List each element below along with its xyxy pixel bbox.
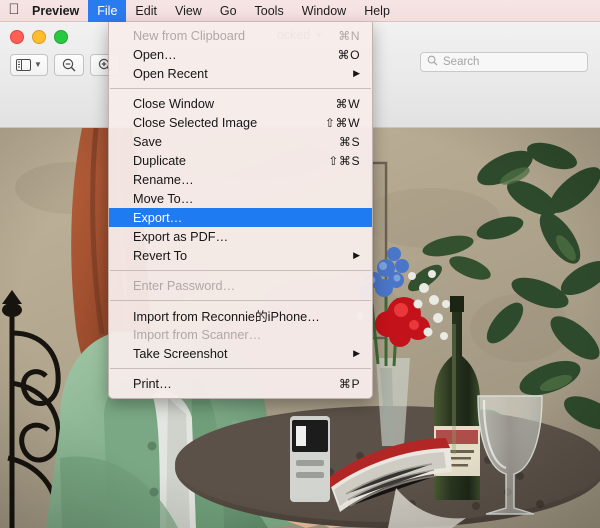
menu-separator [110,270,371,271]
menu-item-label: Move To… [133,191,194,206]
menu-item-enter-password[interactable]: Enter Password… [109,276,372,295]
menu-separator [110,300,371,301]
menu-separator [110,368,371,369]
chevron-down-icon: ▼ [34,60,42,69]
zoom-out-icon [62,58,76,72]
file-menu[interactable]: New from Clipboard ⌘N Open… ⌘O Open Rece… [108,22,373,399]
menu-item-label: Open Recent [133,66,208,81]
menu-item-label: Close Window [133,96,215,111]
menu-item-label: New from Clipboard [133,28,246,43]
search-field[interactable]: Search [420,52,588,72]
menu-item-open-recent[interactable]: Open Recent ▶ [109,64,372,83]
menubar-item-help[interactable]: Help [355,0,399,22]
menu-separator [110,88,371,89]
search-placeholder: Search [443,56,480,68]
menu-item-label: Enter Password… [133,278,236,293]
sidebar-icon [16,59,31,71]
menu-item-label: Import from Scanner… [133,327,262,342]
menu-item-close-selected-image[interactable]: Close Selected Image ⇧⌘W [109,113,372,132]
menu-item-label: Revert To [133,248,188,263]
menu-item-rename[interactable]: Rename… [109,170,372,189]
menu-item-save[interactable]: Save ⌘S [109,132,372,151]
menu-item-shortcut: ⌘N [338,28,360,43]
menu-item-close-window[interactable]: Close Window ⌘W [109,94,372,113]
search-icon [427,53,438,71]
menubar-item-go[interactable]: Go [211,0,246,22]
screen:  Preview File Edit View Go Tools Window… [0,0,600,528]
submenu-arrow-icon: ▶ [353,348,360,358]
menu-item-revert-to[interactable]: Revert To ▶ [109,246,372,265]
menu-item-take-screenshot[interactable]: Take Screenshot ▶ [109,344,372,363]
submenu-arrow-icon: ▶ [353,68,360,78]
sidebar-view-button[interactable]: ▼ [10,54,48,76]
menubar-item-file[interactable]: File [88,0,127,22]
menu-item-shortcut: ⇧⌘S [328,153,360,168]
menu-bar:  Preview File Edit View Go Tools Window… [0,0,600,22]
menu-item-label: Import from Reconnie的iPhone… [133,310,320,324]
menu-item-open[interactable]: Open… ⌘O [109,45,372,64]
menu-item-label: Print… [133,376,172,391]
menu-item-shortcut: ⇧⌘W [324,115,360,130]
menu-item-label: Export as PDF… [133,229,229,244]
menu-item-label: Save [133,134,162,149]
menu-item-shortcut: ⌘S [338,134,360,149]
menubar-item-view[interactable]: View [166,0,211,22]
menu-item-label: Take Screenshot [133,346,228,361]
menu-item-new-from-clipboard[interactable]: New from Clipboard ⌘N [109,26,372,45]
submenu-arrow-icon: ▶ [353,250,360,260]
menu-item-export-as-pdf[interactable]: Export as PDF… [109,227,372,246]
menu-item-label: Export… [133,210,183,225]
menu-item-export[interactable]: Export… [109,208,372,227]
apple-logo-icon[interactable]:  [0,2,28,19]
menubar-item-edit[interactable]: Edit [126,0,166,22]
zoom-out-button[interactable] [53,54,84,76]
menu-item-label: Close Selected Image [133,115,258,130]
menu-item-label: Open… [133,47,177,62]
menu-item-duplicate[interactable]: Duplicate ⇧⌘S [109,151,372,170]
menubar-item-tools[interactable]: Tools [246,0,293,22]
menu-item-label: Duplicate [133,153,186,168]
menu-item-shortcut: ⌘O [337,47,360,62]
menu-item-import-from-scanner[interactable]: Import from Scanner… [109,325,372,344]
menu-item-print[interactable]: Print… ⌘P [109,374,372,393]
menu-item-shortcut: ⌘W [335,96,360,111]
menu-item-move-to[interactable]: Move To… [109,189,372,208]
menu-item-label: Rename… [133,172,194,187]
menubar-item-window[interactable]: Window [293,0,355,22]
menu-item-shortcut: ⌘P [338,376,360,391]
menubar-item-preview[interactable]: Preview [28,0,88,22]
menu-item-import-from-iphone[interactable]: Import from Reconnie的iPhone… [109,306,372,325]
